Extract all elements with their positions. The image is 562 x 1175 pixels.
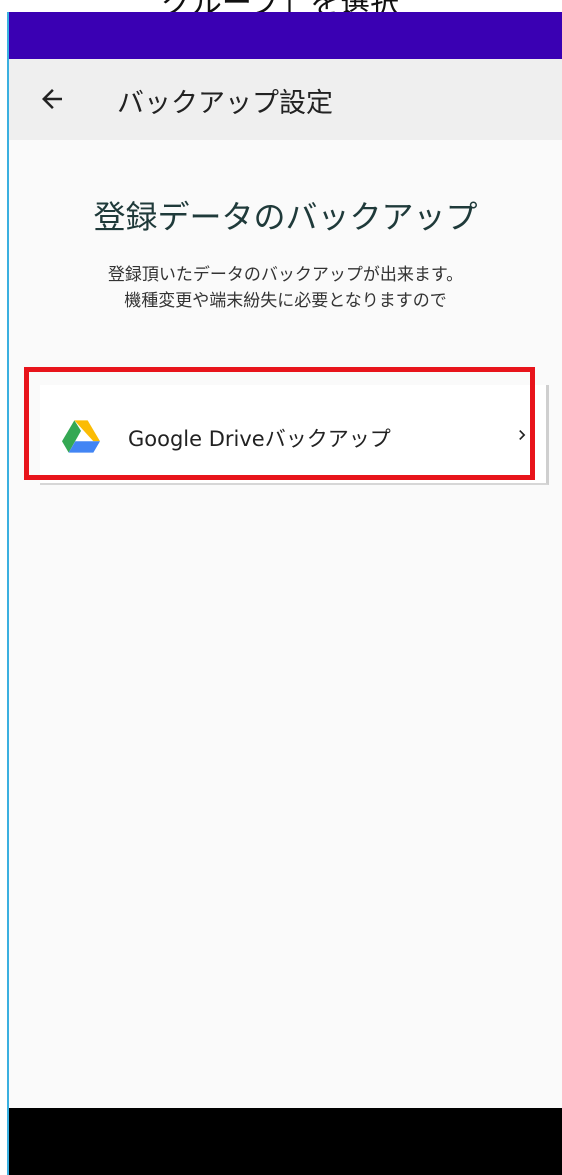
phone-screen: バックアップ設定 登録データのバックアップ 登録頂いたデータのバックアップが出来… (7, 12, 562, 1175)
caption-strip: グループ」を選択 (0, 0, 562, 12)
caption-text: グループ」を選択 (0, 0, 562, 12)
app-bar-title: バックアップ設定 (117, 88, 333, 119)
arrow-left-icon[interactable] (37, 84, 67, 114)
page-description: 登録頂いたデータのバックアップが出来ます。 機種変更や端末紛失に必要となりますの… (9, 262, 562, 314)
status-bar (9, 12, 562, 59)
description-line-2: 機種変更や端末紛失に必要となりますので (124, 291, 447, 311)
highlight-box (24, 367, 535, 480)
app-bar: バックアップ設定 (9, 59, 562, 140)
system-navigation-bar (9, 1108, 562, 1175)
page-heading: 登録データのバックアップ (93, 198, 478, 236)
description-line-1: 登録頂いたデータのバックアップが出来ます。 (107, 265, 464, 285)
